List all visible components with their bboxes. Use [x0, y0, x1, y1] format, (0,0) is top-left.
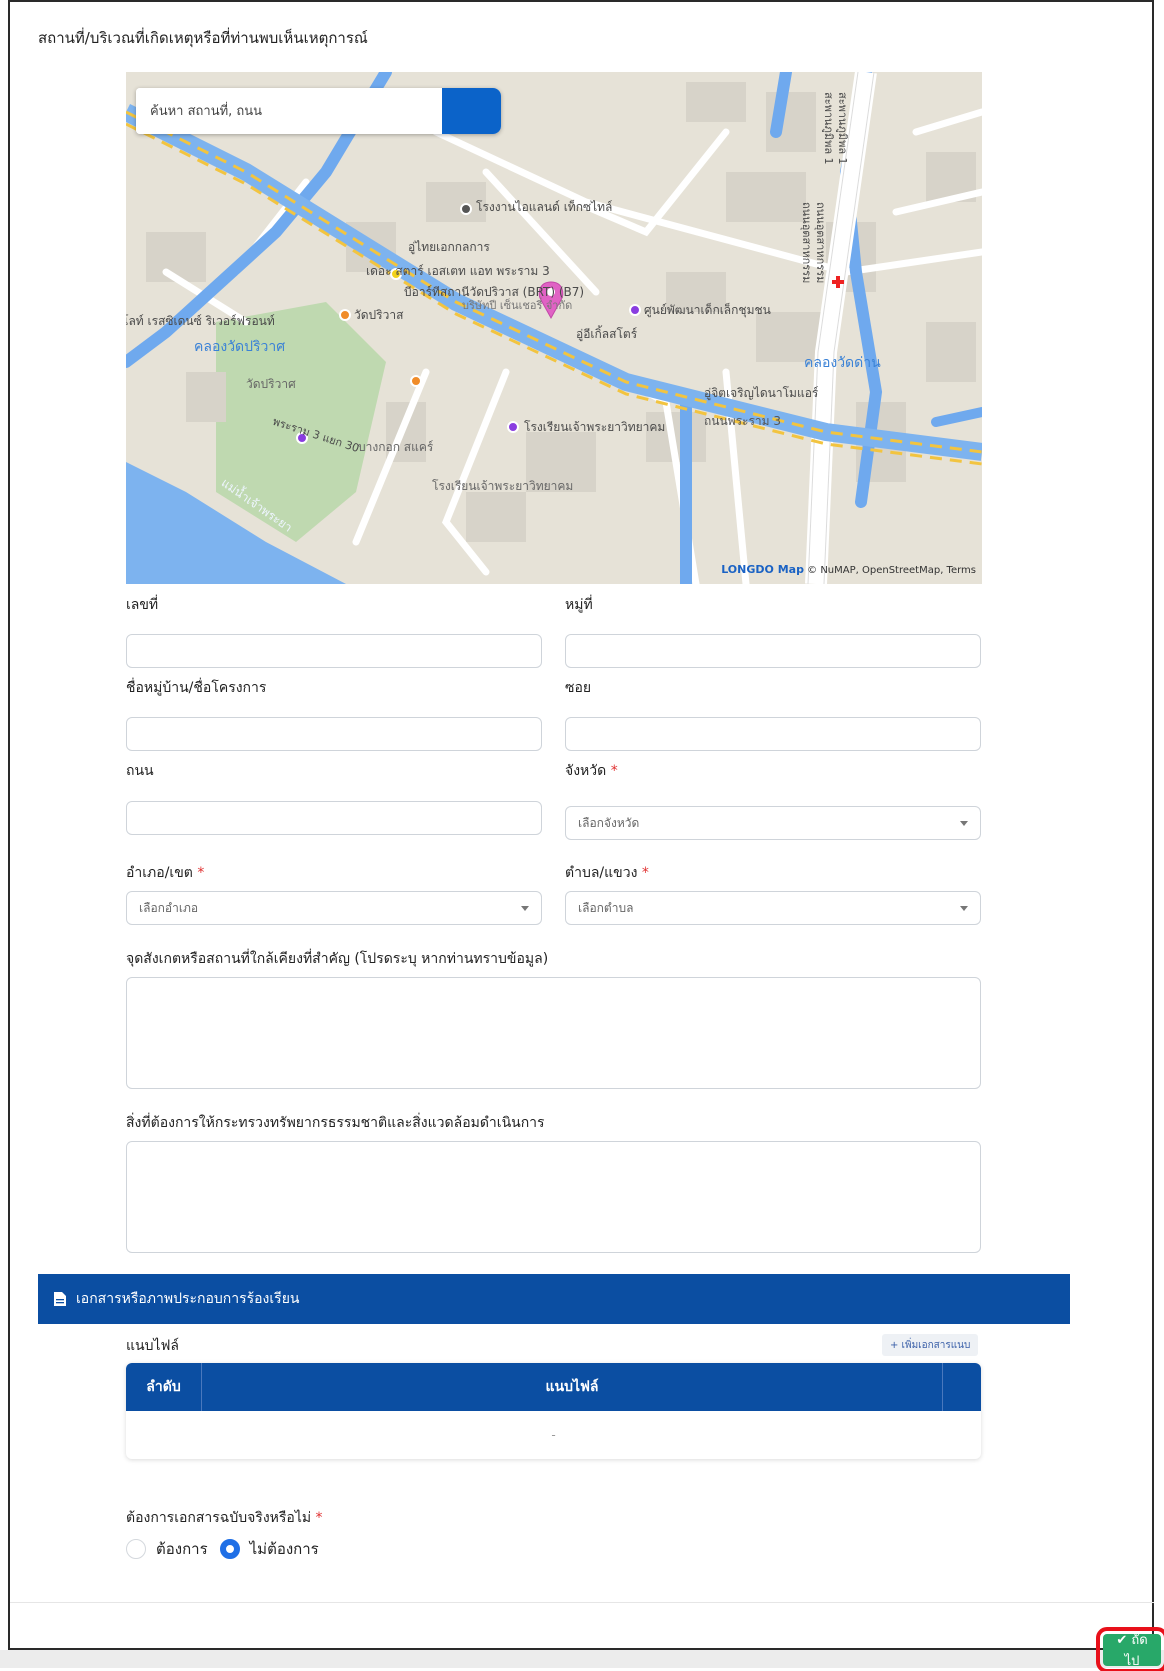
- district-required-mark: *: [197, 865, 205, 881]
- request-textarea[interactable]: [126, 1141, 981, 1253]
- add-attachment-button[interactable]: + เพิ่มเอกสารแนบ: [882, 1334, 979, 1356]
- district-label: อำเภอ/เขต *: [126, 862, 204, 884]
- map-label-school2: โรงเรียนเจ้าพระยาวิทยาคม: [432, 479, 574, 493]
- district-select[interactable]: เลือกอำเภอ: [126, 891, 542, 925]
- village-label: ชื่อหมู่บ้าน/ชื่อโครงการ: [126, 680, 267, 696]
- location-section-title: สถานที่/บริเวณที่เกิดเหตุหรือที่ท่านพบเห…: [38, 29, 368, 47]
- map-label-wat-pariwat-area: วัดปริวาศ: [246, 377, 296, 391]
- province-select-placeholder: เลือกจังหวัด: [578, 815, 640, 830]
- page-bottom-strip: [0, 1650, 1164, 1668]
- next-button[interactable]: ✔ ถัดไป: [1096, 1627, 1164, 1671]
- map-attribution-text[interactable]: © NuMAP, OpenStreetMap, Terms: [807, 565, 976, 576]
- map-label-starestate: เดอะ สตาร์ เอสเตท แอท พระราม 3: [366, 264, 550, 278]
- original-doc-radio-group: ต้องการ ไม่ต้องการ: [126, 1537, 331, 1561]
- district-label-text: อำเภอ/เขต: [126, 865, 193, 881]
- map-label-company: บริษัทปี เซ็นเชอรี่ จำกัด: [462, 299, 573, 312]
- map-search-input[interactable]: [136, 88, 442, 134]
- map-label-jaroen: อู่จิตเจริญไดนาโมแอร์: [704, 386, 819, 400]
- map-label-factory: โรงงานไอแลนด์ เท็กซไทล์: [476, 200, 613, 214]
- column-header-actions: [943, 1363, 981, 1411]
- original-doc-required-mark: *: [315, 1510, 323, 1526]
- map-label-garage: อู่อีเกิ้ลสโตร์: [576, 327, 638, 341]
- map-label-riverfront: โลท์ เรสซิเดนซ์ ริเวอร์ฟรอนท์: [126, 314, 275, 328]
- attachment-table: ลำดับ แนบไฟล์ -: [126, 1363, 981, 1459]
- chevron-down-icon: [521, 905, 529, 911]
- map-search-button[interactable]: [136, 88, 501, 134]
- location-map[interactable]: โรงงานไอแลนด์ เท็กซไทล์ อู่ไทยเอกกลการ เ…: [126, 72, 982, 584]
- original-doc-question: ต้องการเอกสารฉบับจริงหรือไม่ *: [126, 1507, 323, 1529]
- map-label-shipyard: อู่ไทยเอกกลการ: [408, 240, 490, 254]
- map-search-box: [136, 88, 501, 134]
- district-select-placeholder: เลือกอำเภอ: [139, 900, 199, 915]
- map-label-school: โรงเรียนเจ้าพระยาวิทยาคม: [524, 420, 666, 434]
- radio-want-original[interactable]: [126, 1539, 146, 1559]
- column-header-file: แนบไฟล์: [202, 1363, 943, 1411]
- chevron-down-icon: [960, 905, 968, 911]
- map-label-canal-pariwat: คลองวัดปริวาศ: [194, 339, 286, 355]
- house-no-input[interactable]: [126, 634, 542, 668]
- map-label-rama3-road: ถนนพระราม 3: [704, 414, 782, 428]
- table-empty-row: -: [126, 1411, 981, 1459]
- moo-input[interactable]: [565, 634, 981, 668]
- temple-poi-icon[interactable]: [339, 309, 351, 321]
- map-label-community: ศูนย์พัฒนาเด็กเล็กชุมชน: [644, 303, 771, 317]
- footer-divider: [10, 1602, 1154, 1603]
- subdistrict-select-placeholder: เลือกตำบล: [578, 900, 634, 915]
- road-label: ถนน: [126, 763, 154, 779]
- subdistrict-label: ตำบล/แขวง *: [565, 862, 649, 884]
- landmark-textarea[interactable]: [126, 977, 981, 1089]
- province-label-text: จังหวัด: [565, 763, 607, 779]
- attachment-label: แนบไฟล์: [126, 1338, 180, 1354]
- map-attribution: LONGDO Map © NuMAP, OpenStreetMap, Terms: [721, 563, 976, 576]
- province-label: จังหวัด *: [565, 760, 618, 782]
- province-select[interactable]: เลือกจังหวัด: [565, 806, 981, 840]
- radio-want-original-label[interactable]: ต้องการ: [156, 1537, 208, 1561]
- chevron-down-icon: [960, 820, 968, 826]
- documents-section-header: เอกสารหรือภาพประกอบการร้องเรียน: [38, 1274, 1070, 1324]
- childcare-poi-icon[interactable]: [629, 304, 641, 316]
- original-doc-question-text: ต้องการเอกสารฉบับจริงหรือไม่: [126, 1510, 312, 1526]
- landmark-label: จุดสังเกตหรือสถานที่ใกล้เคียงที่สำคัญ (โ…: [126, 951, 549, 967]
- soi-input[interactable]: [565, 717, 981, 751]
- map-label-khwaeng-road2: ถนนอุตสาหกรรม: [800, 202, 813, 284]
- longdo-map-logo[interactable]: LONGDO Map: [721, 563, 804, 576]
- village-input[interactable]: [126, 717, 542, 751]
- map-label-bhumibol2: สะพานภูมิพล 1: [822, 92, 835, 165]
- province-required-mark: *: [610, 763, 618, 779]
- soi-label: ซอย: [565, 680, 592, 696]
- factory-poi-icon[interactable]: [460, 203, 472, 215]
- subdistrict-required-mark: *: [641, 865, 649, 881]
- map-label-canal-dan: คลองวัดด่าน: [804, 355, 881, 371]
- column-header-index: ลำดับ: [126, 1363, 202, 1411]
- radio-no-original-label[interactable]: ไม่ต้องการ: [250, 1537, 319, 1561]
- subdistrict-select[interactable]: เลือกตำบล: [565, 891, 981, 925]
- map-label-bangkok-sakae: บางกอก สแคร์: [358, 440, 434, 454]
- shop-poi-icon[interactable]: [410, 375, 422, 387]
- attachment-table-header: ลำดับ แนบไฟล์: [126, 1363, 981, 1411]
- subdistrict-label-text: ตำบล/แขวง: [565, 865, 638, 881]
- documents-section-title: เอกสารหรือภาพประกอบการร้องเรียน: [76, 1291, 300, 1307]
- search-icon: [136, 88, 150, 102]
- road-input[interactable]: [126, 801, 542, 835]
- document-icon: [54, 1292, 66, 1306]
- table-empty-text: -: [551, 1428, 556, 1442]
- house-no-label: เลขที่: [126, 597, 159, 613]
- map-label-wat-pariwat: วัดปริวาส: [354, 308, 404, 322]
- request-label: สิ่งที่ต้องการให้กระทรวงทรัพยากรธรรมชาติ…: [126, 1115, 545, 1131]
- radio-no-original[interactable]: [219, 1539, 240, 1559]
- moo-label: หมู่ที่: [565, 597, 593, 613]
- school-poi-icon[interactable]: [507, 421, 519, 433]
